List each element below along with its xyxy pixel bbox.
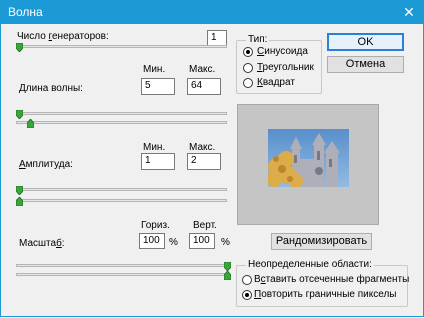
wavelength-min-header: Мин. [143,64,166,75]
radio-triangle[interactable] [243,63,253,73]
amplitude-label: Амплитуда: [19,159,73,170]
slider-thumb-icon[interactable] [27,119,34,128]
wavelength-label: Длина волны: [19,83,83,94]
preview-frame [237,104,379,225]
scale-vert-header: Верт. [193,220,217,231]
generators-slider-track[interactable] [16,45,227,48]
wavelength-min-input[interactable]: 5 [141,78,175,95]
title-bar: Волна ✕ [0,0,424,24]
amplitude-min-slider-track[interactable] [16,188,227,191]
radio-repeat-edge-label[interactable]: Повторить граничные пикселы [254,289,396,300]
scale-vert-unit: % [221,237,230,248]
slider-thumb-icon[interactable] [224,271,231,280]
wavelength-max-input[interactable]: 64 [187,78,221,95]
cancel-button[interactable]: Отмена [327,56,404,73]
amplitude-max-input[interactable]: 2 [187,153,221,170]
slider-thumb-icon[interactable] [16,197,23,206]
undefined-areas-group [236,265,408,307]
generators-input[interactable]: 1 [207,30,227,46]
type-legend: Тип: [246,34,270,45]
amplitude-min-input[interactable]: 1 [141,153,175,170]
scale-horiz-input[interactable]: 100 [139,233,165,249]
radio-wrap-around-label[interactable]: Вставить отсеченные фрагменты [254,274,409,285]
scale-vert-input[interactable]: 100 [189,233,215,249]
scale-horiz-header: Гориз. [141,220,170,231]
amplitude-max-slider-track[interactable] [16,199,227,202]
radio-wrap-around[interactable] [242,275,252,285]
radio-sinusoid[interactable] [243,47,253,57]
radio-repeat-edge[interactable] [242,290,252,300]
slider-thumb-icon[interactable] [224,262,231,271]
preview-image [268,129,349,187]
amplitude-max-header: Макс. [189,142,216,153]
scale-horiz-unit: % [169,237,178,248]
radio-sinusoid-label[interactable]: Синусоида [257,46,308,57]
window-title: Волна [8,5,43,19]
randomize-button[interactable]: Рандомизировать [271,233,372,250]
slider-thumb-icon[interactable] [16,43,23,52]
generators-label: Число генераторов: [17,31,109,42]
wavelength-max-slider-track[interactable] [16,121,227,124]
undefined-areas-legend: Неопределенные области: [246,259,374,270]
wavelength-max-header: Макс. [189,64,216,75]
slider-thumb-icon[interactable] [16,186,23,195]
scale-label: Масштаб: [19,238,65,249]
ok-button[interactable]: OK [327,33,404,51]
scale-horiz-slider-track[interactable] [16,264,230,267]
wavelength-min-slider-track[interactable] [16,112,227,115]
close-icon[interactable]: ✕ [394,0,424,24]
radio-triangle-label[interactable]: Треугольник [257,62,314,73]
scale-vert-slider-track[interactable] [16,273,230,276]
slider-thumb-icon[interactable] [16,110,23,119]
wave-dialog: Волна ✕ Число генераторов: 1 Тип: Синусо… [0,0,424,318]
radio-square-label[interactable]: Квадрат [257,77,295,88]
amplitude-min-header: Мин. [143,142,166,153]
radio-square[interactable] [243,78,253,88]
